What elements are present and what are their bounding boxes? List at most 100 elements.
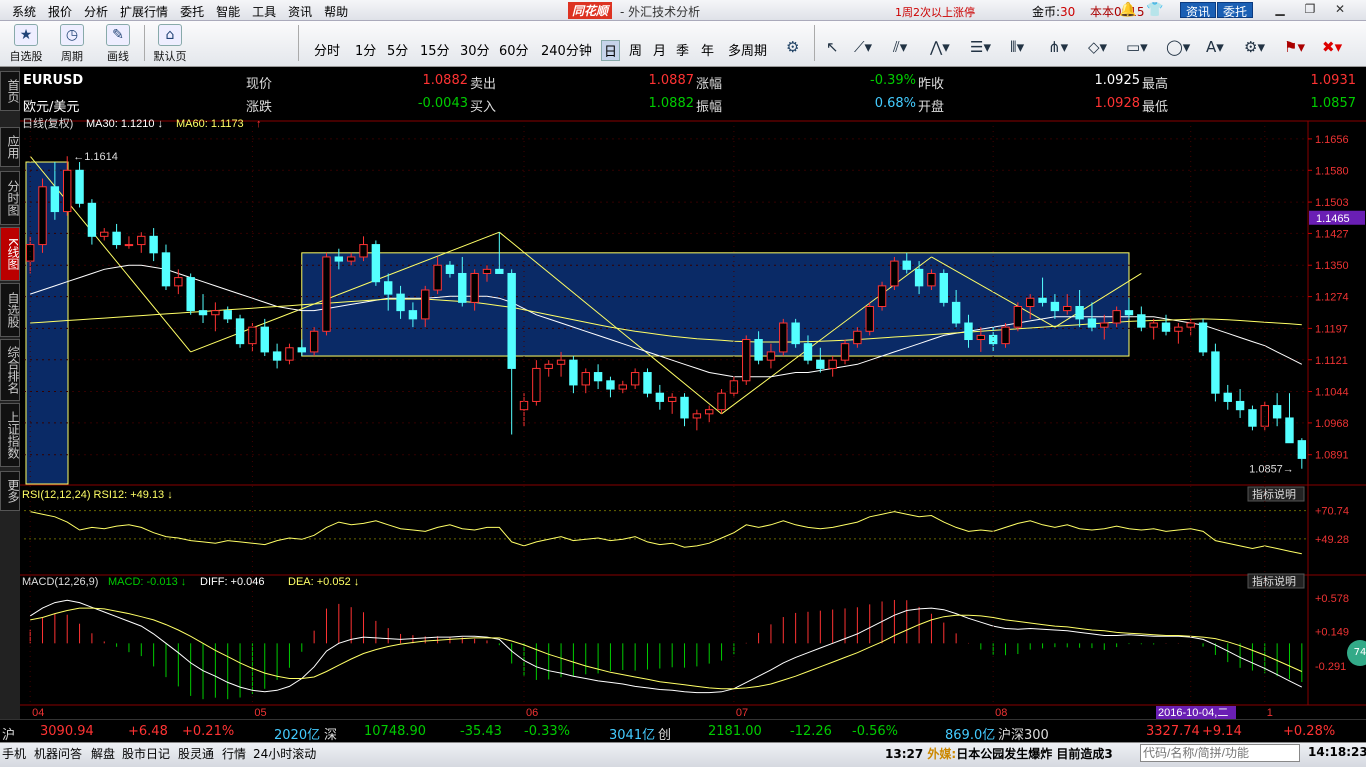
- candle-body: [297, 347, 306, 353]
- wave-tool-icon[interactable]: ⋀▾: [930, 38, 950, 56]
- index-name-sz[interactable]: 深: [324, 724, 337, 743]
- menu-item-extended[interactable]: 扩展行情: [114, 3, 174, 20]
- period-tab-60min[interactable]: 60分: [499, 40, 529, 59]
- menu-item-quote[interactable]: 报价: [42, 3, 78, 20]
- taskbar-item-guling[interactable]: 股灵通: [178, 745, 214, 762]
- period-tab-240min[interactable]: 240分钟: [541, 40, 592, 59]
- candle-body: [1001, 326, 1010, 345]
- candle-body: [1297, 440, 1307, 459]
- period-tab-quarter[interactable]: 季: [676, 40, 689, 59]
- close-button[interactable]: ✕: [1330, 2, 1350, 18]
- watchlist-button[interactable]: ★ 自选股: [6, 24, 46, 64]
- coins-display[interactable]: 金币:30: [1032, 3, 1075, 20]
- bell-icon[interactable]: 🔔: [1119, 2, 1136, 18]
- candle-body: [532, 367, 541, 402]
- candle-body: [482, 268, 492, 274]
- default-page-label: 默认页: [153, 50, 187, 63]
- period-tab-day[interactable]: 日: [601, 40, 621, 61]
- ellipse-tool-icon[interactable]: ◯▾: [1166, 38, 1190, 56]
- candle-body: [976, 334, 986, 341]
- menu-item-help[interactable]: 帮助: [318, 3, 354, 20]
- news-button[interactable]: 资讯: [1180, 2, 1217, 19]
- settings-tool-icon[interactable]: ⚙▾: [1244, 38, 1265, 56]
- candle-body: [1223, 392, 1232, 402]
- sidebar-tab-apps[interactable]: 应用: [0, 127, 20, 167]
- draw-line-button[interactable]: ✎ 画线: [98, 24, 138, 64]
- menu-item-tools[interactable]: 工具: [246, 3, 282, 20]
- channel-tool-icon[interactable]: ◇▾: [1088, 38, 1107, 56]
- index-name-sh[interactable]: 沪: [2, 724, 15, 743]
- code-search-input[interactable]: [1140, 744, 1300, 762]
- macd-value-label: MACD: -0.013 ↓: [108, 576, 186, 588]
- news-ticker[interactable]: 13:27 外媒:日本公园发生爆炸 目前造成3: [885, 745, 1113, 762]
- gear-icon[interactable]: ⚙: [786, 38, 799, 56]
- sidebar-tab-shindex[interactable]: 上证指数: [0, 403, 20, 467]
- period-button[interactable]: ◷ 周期: [52, 24, 92, 64]
- sidebar-tab-home[interactable]: 首页: [0, 71, 20, 111]
- indicator-help-label: 指标说明: [1252, 574, 1296, 588]
- candle-body: [766, 351, 776, 361]
- period-tab-1min[interactable]: 1分: [355, 40, 376, 59]
- rect-tool-icon[interactable]: ▭▾: [1126, 38, 1148, 56]
- fib-tool-icon[interactable]: ☰▾: [970, 38, 991, 56]
- index-name-cy[interactable]: 创: [658, 724, 671, 743]
- taskbar-item-diary[interactable]: 股市日记: [122, 745, 170, 762]
- candle-body: [581, 372, 590, 386]
- period-tab-5min[interactable]: 5分: [387, 40, 408, 59]
- trade-button[interactable]: 委托: [1217, 2, 1254, 19]
- menu-item-news[interactable]: 资讯: [282, 3, 318, 20]
- menu-item-smart[interactable]: 智能: [210, 3, 246, 20]
- period-tab-30min[interactable]: 30分: [460, 40, 490, 59]
- candle-body: [1149, 322, 1158, 328]
- gann-tool-icon[interactable]: ⦀▾: [1010, 38, 1024, 56]
- skin-icon[interactable]: 👕: [1146, 2, 1163, 18]
- line-tool-icon[interactable]: ⟋▾: [854, 38, 872, 56]
- taskbar-item-24h[interactable]: 24小时滚动: [253, 745, 316, 762]
- candle-body: [618, 384, 627, 390]
- period-tab-week[interactable]: 周: [629, 40, 642, 59]
- candle-body: [1161, 322, 1171, 332]
- taskbar-item-market[interactable]: 行情: [222, 745, 246, 762]
- delete-tool-icon[interactable]: ✖▾: [1322, 38, 1342, 56]
- taskbar-item-analysis[interactable]: 解盘: [91, 745, 115, 762]
- period-tab-multi[interactable]: 多周期: [728, 40, 767, 59]
- rsi-tick-label: +70.74: [1315, 506, 1349, 518]
- period-tab-15min[interactable]: 15分: [420, 40, 450, 59]
- sidebar-tab-ranking[interactable]: 综合排名: [0, 339, 20, 401]
- parallel-tool-icon[interactable]: ⫽▾: [893, 38, 907, 56]
- period-tab-year[interactable]: 年: [701, 40, 714, 59]
- float-ball[interactable]: 74: [1347, 640, 1366, 666]
- candle-body: [1174, 326, 1183, 332]
- status-bar: 手机 机器问答 解盘 股市日记 股灵通 行情 24小时滚动 13:27 外媒:日…: [0, 742, 1366, 767]
- y-tick-label: 1.1427: [1315, 228, 1349, 240]
- minimize-button[interactable]: ▁: [1270, 2, 1290, 18]
- fan-tool-icon[interactable]: ⋔▾: [1048, 38, 1068, 56]
- restore-button[interactable]: ❐: [1300, 2, 1320, 18]
- menu-item-analysis[interactable]: 分析: [78, 3, 114, 20]
- kline-chart[interactable]: 1.1656 1.1580 1.1503 1.1427 1.1350 1.1274 1.11…: [20, 67, 1366, 719]
- taskbar-item-mobile[interactable]: 手机: [2, 745, 26, 762]
- bookmark-tool-icon[interactable]: ⚑▾: [1284, 38, 1305, 56]
- menu-item-trade[interactable]: 委托: [174, 3, 210, 20]
- index-name-hs300[interactable]: 沪深300: [998, 724, 1049, 743]
- notice-link[interactable]: 1周2次以上涨停: [895, 4, 975, 20]
- taskbar-item-qa[interactable]: 机器问答: [34, 745, 82, 762]
- period-tab-month[interactable]: 月: [653, 40, 666, 59]
- period-tab-timeshare[interactable]: 分时: [314, 40, 340, 59]
- sidebar-tab-timeshare[interactable]: 分时图: [0, 171, 20, 225]
- candle-body: [25, 244, 35, 262]
- menu-item-system[interactable]: 系统: [6, 3, 42, 20]
- text-tool-icon[interactable]: A▾: [1206, 38, 1224, 56]
- candle-body: [927, 272, 936, 287]
- sidebar-tab-watchlist[interactable]: 自选股: [0, 283, 20, 337]
- cursor-icon[interactable]: ↖: [826, 38, 839, 56]
- candle-body: [779, 322, 788, 353]
- default-page-button[interactable]: ⌂ 默认页: [150, 24, 190, 64]
- sidebar-tab-kline[interactable]: K线图: [0, 227, 20, 281]
- candle-body: [803, 343, 813, 361]
- sidebar-tab-more[interactable]: 更多: [0, 471, 20, 511]
- ma60-label: MA60: 1.1173: [176, 118, 244, 130]
- candle-body: [1112, 310, 1121, 324]
- index-amount-sz: 3041亿: [609, 728, 656, 743]
- candle-body: [1285, 417, 1294, 444]
